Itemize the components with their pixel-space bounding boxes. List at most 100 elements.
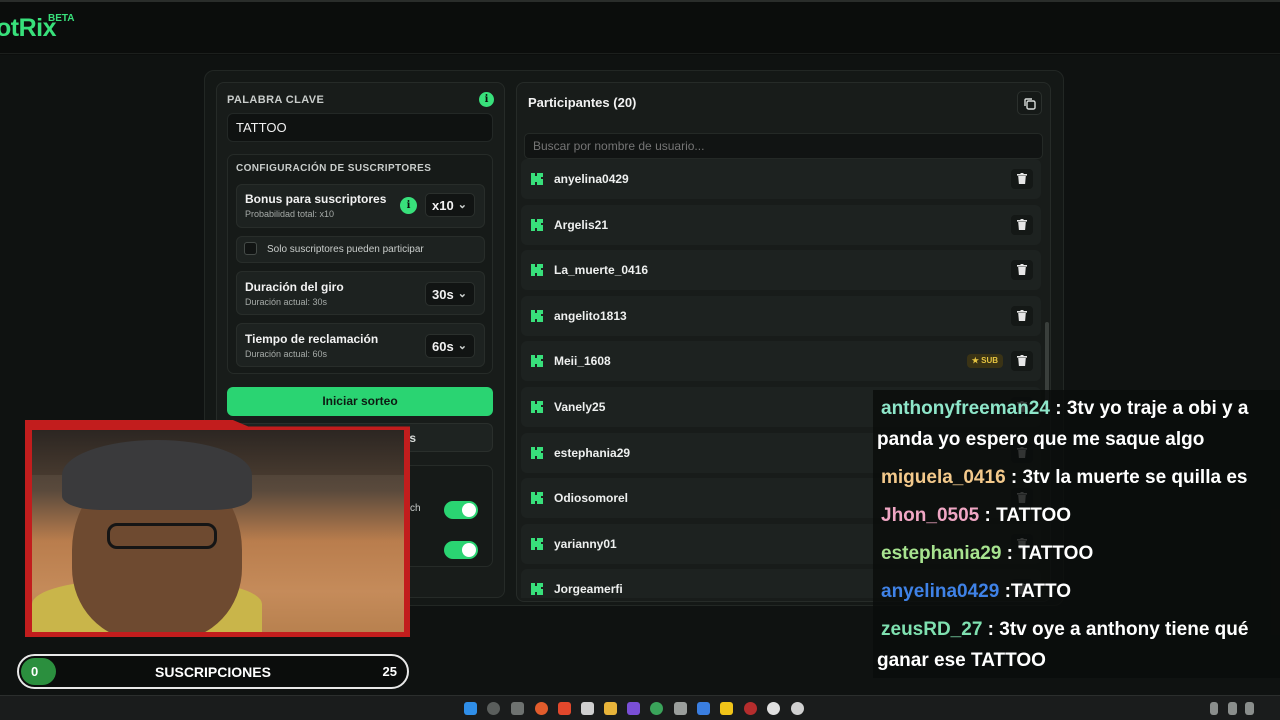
delete-participant-button[interactable] xyxy=(1011,169,1033,189)
participant-row[interactable]: angelito1813 xyxy=(521,295,1041,336)
toggle-label: ch xyxy=(410,503,421,514)
copy-button[interactable] xyxy=(1017,91,1042,115)
chat-text: : 3tv la muerte se quilla es xyxy=(1005,467,1248,488)
participant-row[interactable]: Argelis21 xyxy=(521,204,1041,245)
subscription-goal-target: 25 xyxy=(382,664,397,679)
trash-icon xyxy=(1017,218,1027,230)
participant-name: La_muerte_0416 xyxy=(554,263,649,278)
twitch-icon[interactable] xyxy=(627,702,640,715)
mic-icon[interactable] xyxy=(1210,702,1218,715)
trash-icon xyxy=(1017,309,1027,321)
trash-icon xyxy=(1017,173,1027,184)
participants-title: Participantes (20) xyxy=(528,95,637,110)
subscriber-config-title: CONFIGURACIÓN DE SUSCRIPTORES xyxy=(236,163,432,174)
participant-name: Meii_1608 xyxy=(554,354,611,369)
bonus-select-value: x10 xyxy=(432,198,454,213)
participant-search-input[interactable] xyxy=(524,133,1043,159)
participant-name: Jorgeamerfi xyxy=(554,582,623,597)
claim-time-subtitle: Duración actual: 60s xyxy=(245,349,328,359)
media-icon[interactable] xyxy=(791,702,804,715)
subs-only-checkbox[interactable] xyxy=(244,242,257,255)
bonus-row: Bonus para suscriptores Probabilidad tot… xyxy=(236,184,485,228)
delete-participant-button[interactable] xyxy=(1011,351,1033,372)
folder-icon[interactable] xyxy=(604,702,617,715)
chat-text: :TATTO xyxy=(999,581,1072,602)
participant-name: Argelis21 xyxy=(554,217,609,232)
kick-icon xyxy=(531,401,543,413)
participant-name: Vanely25 xyxy=(554,400,606,414)
start-raffle-button[interactable]: Iniciar sorteo xyxy=(227,387,493,416)
task-view-icon[interactable] xyxy=(511,702,524,715)
spin-duration-value: 30s xyxy=(432,287,454,302)
spin-duration-select[interactable]: 30s ⌄ xyxy=(425,282,475,306)
claim-time-row: Tiempo de reclamación Duración actual: 6… xyxy=(236,323,485,367)
app-icon[interactable] xyxy=(674,702,687,715)
spin-duration-row: Duración del giro Duración actual: 30s 3… xyxy=(236,271,485,315)
brave-icon[interactable] xyxy=(558,702,571,715)
chat-text: : TATTOO xyxy=(979,505,1072,526)
chat-overlay: anthonyfreeman24 : 3tv yo traje a obi y … xyxy=(873,390,1280,678)
start-icon[interactable] xyxy=(464,702,477,715)
search-icon[interactable] xyxy=(487,702,500,715)
copy-icon xyxy=(1024,98,1036,110)
chat-username: zeusRD_27 xyxy=(881,619,983,640)
kick-icon xyxy=(531,355,543,368)
participant-name: yarianny01 xyxy=(554,536,617,551)
trash-icon xyxy=(1017,355,1027,367)
chat-text: : TATTOO xyxy=(1001,543,1094,564)
participant-row[interactable]: Meii_1608 ★ SUB xyxy=(521,341,1041,382)
volume-icon[interactable] xyxy=(1245,702,1254,715)
top-navbar: otRix BETA xyxy=(0,0,1280,54)
kick-icon xyxy=(531,446,543,459)
app-icon-2[interactable] xyxy=(744,702,757,715)
trash-icon xyxy=(1017,264,1027,276)
claim-time-title: Tiempo de reclamación xyxy=(245,332,379,346)
participant-row[interactable]: anyelina0429 xyxy=(521,159,1041,199)
browser-icon[interactable] xyxy=(535,702,548,715)
subscription-goal-bar: 0 SUSCRIPCIONES 25 xyxy=(17,654,409,689)
chat-text-continued: ganar ese TATTOO xyxy=(877,650,1046,671)
chat-username: miguela_0416 xyxy=(881,467,1006,488)
sub-badge: ★ SUB xyxy=(966,354,1003,369)
toggle-switch-2[interactable] xyxy=(444,541,478,559)
bonus-info-icon[interactable]: i xyxy=(400,197,417,214)
participant-name: estephania29 xyxy=(554,445,631,460)
rockstar-icon[interactable] xyxy=(720,702,733,715)
defender-icon[interactable] xyxy=(697,702,710,715)
chrome-icon[interactable] xyxy=(650,702,663,715)
chat-message: estephania29 : TATTOO xyxy=(877,538,1277,569)
kick-icon xyxy=(531,309,543,322)
subs-only-row[interactable]: Solo suscriptores pueden participar xyxy=(236,236,485,263)
participant-row[interactable]: La_muerte_0416 xyxy=(521,250,1041,291)
chat-message: miguela_0416 : 3tv la muerte se quilla e… xyxy=(877,462,1277,493)
chat-message: anyelina0429 :TATTO xyxy=(877,576,1277,607)
info-icon[interactable]: i xyxy=(479,92,494,107)
delete-participant-button[interactable] xyxy=(1011,305,1033,326)
calendar-icon[interactable] xyxy=(581,702,594,715)
kick-icon xyxy=(531,583,543,596)
chevron-down-icon: ⌄ xyxy=(457,199,467,211)
bonus-select[interactable]: x10 ⌄ xyxy=(425,193,475,217)
claim-time-select[interactable]: 60s ⌄ xyxy=(425,334,475,358)
chat-username: Jhon_0505 xyxy=(881,505,980,526)
chat-text: : 3tv oye a anthony tiene qué xyxy=(982,619,1249,640)
kick-icon xyxy=(531,492,543,505)
delete-participant-button[interactable] xyxy=(1011,214,1033,235)
keyword-label: PALABRA CLAVE xyxy=(227,94,325,106)
keyword-input[interactable]: TATTOO xyxy=(227,113,493,142)
subs-only-label: Solo suscriptores pueden participar xyxy=(267,244,424,255)
obs-icon[interactable] xyxy=(767,702,780,715)
toggle-switch-1[interactable] xyxy=(444,501,478,519)
chat-username: anthonyfreeman24 xyxy=(881,398,1050,419)
chat-username: estephania29 xyxy=(881,543,1002,564)
delete-participant-button[interactable] xyxy=(1011,260,1033,281)
taskbar xyxy=(0,695,1280,720)
participant-name: angelito1813 xyxy=(554,308,627,323)
chevron-down-icon: ⌄ xyxy=(457,288,467,300)
webcam-person-cap xyxy=(62,440,252,510)
bonus-title: Bonus para suscriptores xyxy=(245,192,387,206)
network-icon[interactable] xyxy=(1228,702,1237,715)
webcam-video xyxy=(32,430,404,632)
webcam-person-glasses xyxy=(107,523,217,549)
spin-duration-subtitle: Duración actual: 30s xyxy=(245,297,328,307)
